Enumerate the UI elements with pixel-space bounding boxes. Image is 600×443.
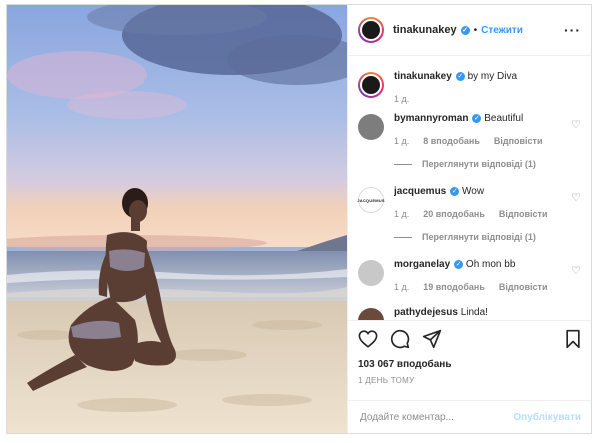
comment-item: bymannyroman ✓ Beautiful 1 д. 8 вподобань… [358, 112, 581, 171]
commenter-username[interactable]: morganelay [394, 259, 450, 270]
like-comment-heart-icon[interactable]: ♡ [571, 191, 581, 204]
reply-button[interactable]: Відповісти [494, 134, 543, 148]
post-header: tinakunakey ✓ • Стежити ··· [348, 5, 591, 56]
like-comment-heart-icon[interactable]: ♡ [571, 264, 581, 277]
instagram-post: tinakunakey ✓ • Стежити ··· tinakunakey ✓ … [6, 4, 592, 434]
comment-item: JACQUEMUS jacquemus ✓ Wow 1 д. 20 вподоба… [357, 185, 581, 244]
comment-likes[interactable]: 19 вподобань [423, 280, 485, 294]
commenter-username[interactable]: pathydejesus [394, 307, 458, 318]
verified-badge-icon: ✓ [472, 114, 482, 123]
comment-text: Wow [462, 186, 485, 197]
comment-text: Linda! [460, 307, 488, 318]
more-options-icon[interactable]: ··· [564, 22, 581, 38]
publish-comment-button[interactable]: Опублікувати [513, 412, 581, 423]
post-actions: 103 067 вподобань 1 ДЕНЬ ТОМУ [348, 320, 591, 400]
caption-avatar[interactable] [358, 72, 384, 98]
comment-time[interactable]: 1 д. [394, 207, 409, 221]
commenter-username[interactable]: jacquemus [394, 186, 446, 197]
caption-text: by my Diva [467, 71, 518, 82]
verified-badge-icon: ✓ [454, 260, 464, 269]
separator-dot: • [473, 24, 478, 36]
verified-badge-icon: ✓ [450, 187, 460, 196]
commenter-avatar[interactable]: JACQUEMUS [357, 187, 384, 213]
caption-username[interactable]: tinakunakey [394, 71, 452, 82]
save-bookmark-icon[interactable] [565, 329, 581, 354]
author-avatar[interactable] [358, 17, 384, 43]
commenter-avatar[interactable] [358, 308, 384, 320]
commenter-username[interactable]: bymannyroman [394, 113, 468, 124]
beach-photo-illustration [7, 5, 347, 433]
like-heart-icon[interactable] [358, 329, 378, 353]
post-timestamp[interactable]: 1 ДЕНЬ ТОМУ [358, 376, 581, 385]
comment-item: morganelay ✓ Oh mon bb 1 д. 19 вподобань … [358, 258, 581, 294]
commenter-avatar[interactable] [358, 260, 384, 286]
like-comment-heart-icon[interactable]: ♡ [571, 118, 581, 131]
post-sidebar: tinakunakey ✓ • Стежити ··· tinakunakey ✓ … [347, 5, 591, 433]
comments-list[interactable]: tinakunakey ✓ by my Diva 1 д. bymannyroma… [348, 56, 591, 320]
view-replies-button[interactable]: Переглянути відповіді (1) [394, 230, 565, 244]
verified-badge-icon: ✓ [455, 72, 465, 81]
caption: tinakunakey ✓ by my Diva 1 д. [358, 70, 581, 106]
likes-count[interactable]: 103 067 вподобань [358, 359, 581, 370]
share-direct-icon[interactable] [422, 329, 442, 354]
post-photo[interactable] [7, 5, 347, 433]
comment-text: Oh mon bb [465, 259, 516, 270]
author-username[interactable]: tinakunakey ✓ [393, 24, 470, 36]
comment-likes[interactable]: 20 вподобань [423, 207, 485, 221]
follow-button[interactable]: Стежити [481, 25, 523, 36]
comment-input[interactable] [358, 410, 514, 424]
commenter-avatar[interactable] [358, 114, 384, 140]
verified-badge-icon: ✓ [460, 26, 470, 35]
reply-button[interactable]: Відповісти [499, 207, 548, 221]
comment-item: pathydejesus Linda! [358, 306, 581, 320]
comment-likes[interactable]: 8 вподобань [423, 134, 480, 148]
caption-time[interactable]: 1 д. [394, 92, 409, 106]
comment-text: Beautiful [484, 113, 524, 124]
comment-time[interactable]: 1 д. [394, 134, 409, 148]
view-replies-button[interactable]: Переглянути відповіді (1) [394, 157, 565, 171]
add-comment-bar: Опублікувати [348, 400, 591, 433]
comment-time[interactable]: 1 д. [394, 280, 409, 294]
reply-button[interactable]: Відповісти [499, 280, 548, 294]
comment-bubble-icon[interactable] [390, 329, 410, 354]
